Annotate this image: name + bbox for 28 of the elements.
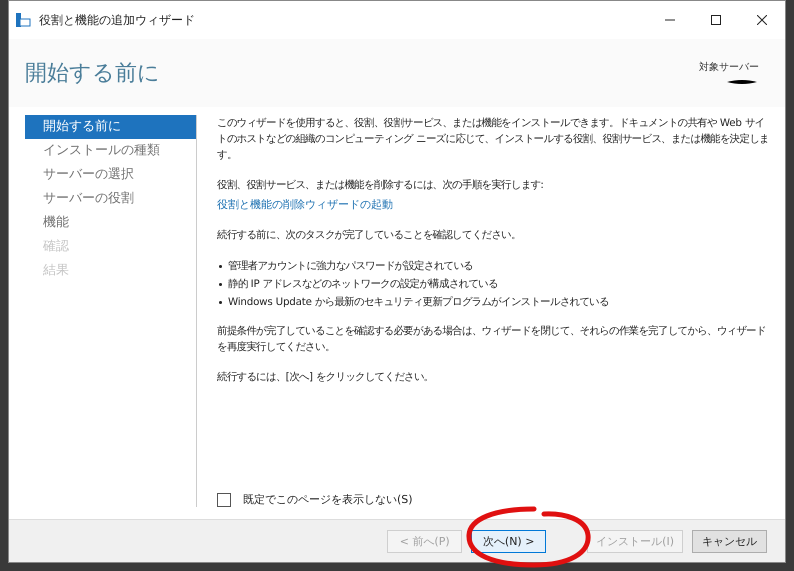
bullet-icon xyxy=(219,264,222,268)
paragraph: 前提条件が完了していることを確認する必要がある場合は、ウィザードを閉じて、それらの作業を完了してから、ウィザードを再度実行してください。 xyxy=(217,324,767,355)
maximize-icon xyxy=(711,15,721,25)
wizard-step[interactable]: サーバーの役割 xyxy=(25,187,196,211)
wizard-step[interactable]: インストールの種類 xyxy=(25,139,196,163)
paragraph: このウィザードを使用すると、役割、役割サービス、または機能をインストールできます。ドキュメントの共有や Web サイトのホストなどの組織のコンピューティング ニーズに応じて、インストールする役割、役割サービス、または機能を決定します。 xyxy=(217,116,770,163)
checkbox[interactable] xyxy=(217,492,231,506)
wizard-step[interactable]: 開始する前に xyxy=(25,115,196,139)
redaction-mark xyxy=(725,78,759,86)
wizard-step[interactable]: サーバーの選択 xyxy=(25,163,196,187)
wizard-button[interactable]: 次へ(N) > xyxy=(471,530,546,552)
remove-wizard-link[interactable]: 役割と機能の削除ウィザードの起動 xyxy=(217,198,393,211)
bullet-item: 管理者アカウントに強力なパスワードが設定されている xyxy=(228,259,474,274)
close-icon xyxy=(757,15,767,25)
server-icon xyxy=(15,12,31,28)
checkbox-label: 既定でこのページを表示しない(S) xyxy=(243,492,413,507)
paragraph: 続行するには、[次へ] をクリックしてください。 xyxy=(217,370,435,385)
paragraph: 続行する前に、次のタスクが完了していることを確認してください。 xyxy=(217,228,522,243)
bullet-item: Windows Update から最新のセキュリティ更新プログラムがインストールされている xyxy=(228,295,609,310)
bullet-icon xyxy=(219,282,222,286)
page-title: 開始する前に xyxy=(25,60,160,88)
bullet-icon xyxy=(219,300,222,304)
wizard-step[interactable]: 機能 xyxy=(25,211,196,235)
target-server-label: 対象サーバー xyxy=(699,60,759,74)
window-title: 役割と機能の追加ウィザード xyxy=(39,12,196,28)
paragraph: 役割、役割サービス、または機能を削除するには、次の手順を実行します: xyxy=(217,178,545,193)
bullet-item: 静的 IP アドレスなどのネットワークの設定が構成されている xyxy=(228,277,498,292)
wizard-button[interactable]: キャンセル xyxy=(692,530,767,552)
